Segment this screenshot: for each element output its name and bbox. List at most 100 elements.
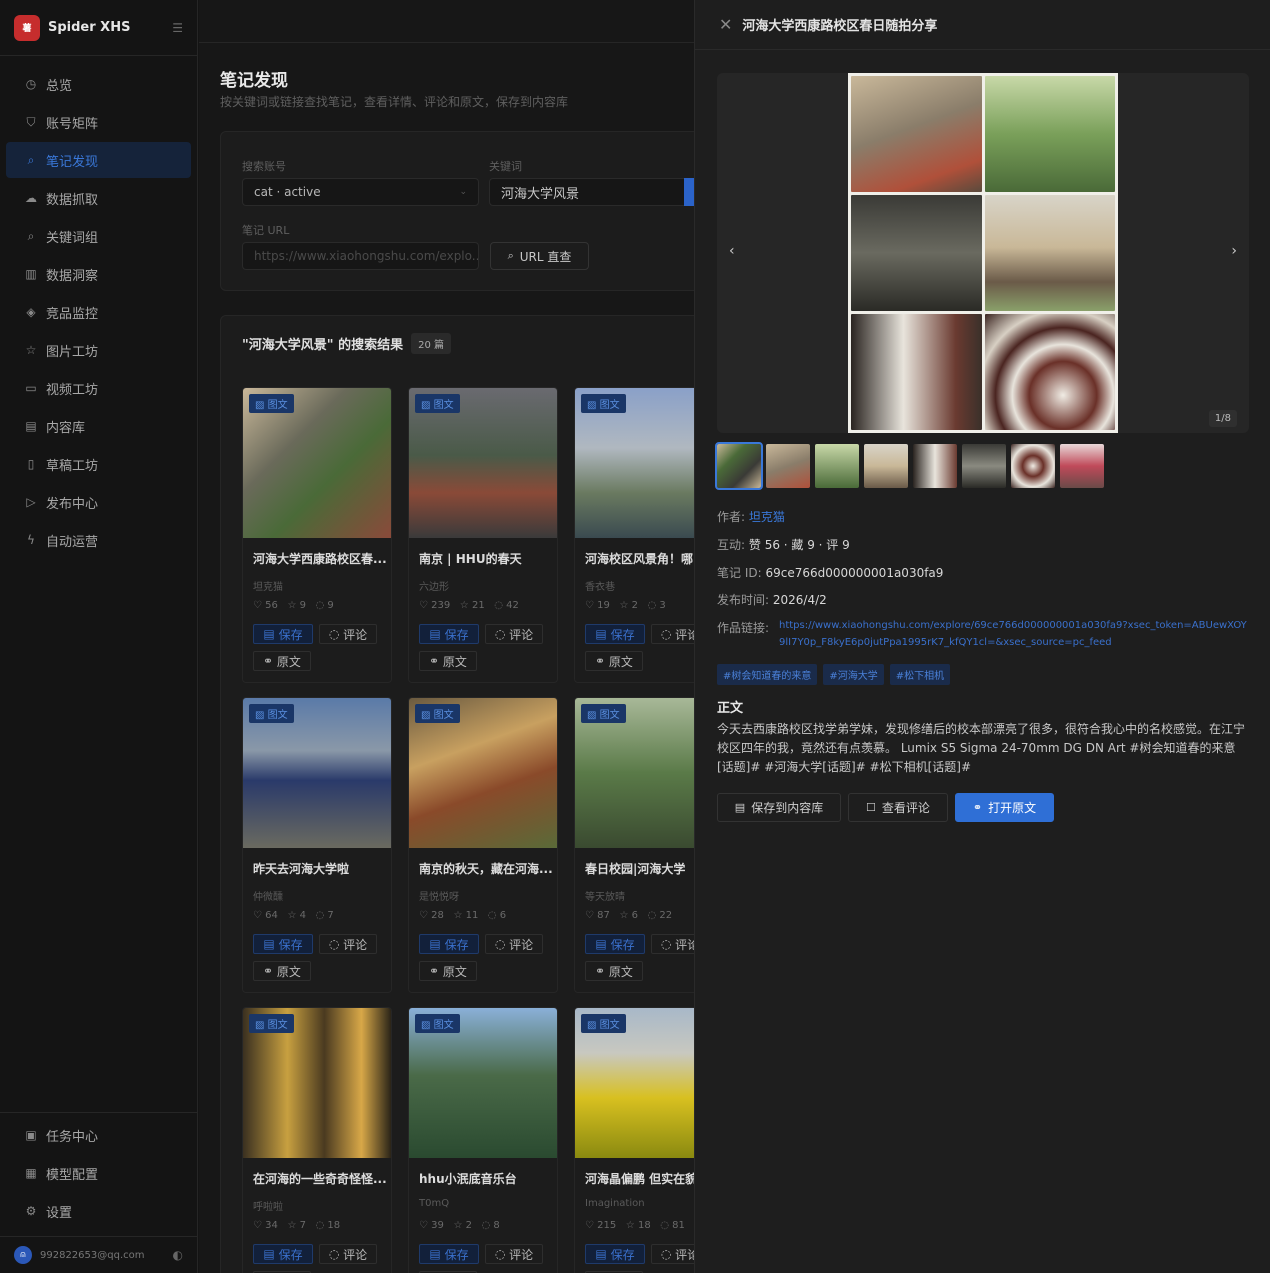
user-row[interactable]: ⍝ 992822653@qq.com ◐ bbox=[0, 1236, 197, 1273]
note-title[interactable]: 河海大学西康路校区春... bbox=[253, 550, 391, 567]
save-button[interactable]: ▤ 保存 bbox=[585, 1244, 645, 1264]
thumbnail[interactable] bbox=[962, 444, 1006, 488]
open-original-button[interactable]: ⚭ 打开原文 bbox=[955, 793, 1054, 822]
comments-count: 8 bbox=[493, 1220, 500, 1231]
save-button[interactable]: ▤ 保存 bbox=[253, 1244, 313, 1264]
origin-button[interactable]: ⚭ 原文 bbox=[419, 651, 477, 671]
note-title[interactable]: 在河海的一些奇奇怪怪... bbox=[253, 1170, 391, 1187]
save-button[interactable]: ▤ 保存 bbox=[419, 624, 479, 644]
view-comments-button[interactable]: ☐ 查看评论 bbox=[848, 793, 948, 822]
note-thumbnail[interactable]: ▨ 图文 bbox=[409, 1008, 557, 1158]
url-input[interactable]: https://www.xiaohongshu.com/explo... bbox=[242, 242, 479, 270]
save-button[interactable]: ▤ 保存 bbox=[585, 624, 645, 644]
sidebar-item-1[interactable]: ⛉ 账号矩阵 bbox=[6, 104, 191, 140]
prev-image-icon[interactable]: ‹ bbox=[729, 243, 735, 259]
note-card[interactable]: ▨ 图文 昨天去河海大学啦 仲微醺 ♡ 64 ☆ 4 ◌ 7 ▤ 保存 ◌ 评论 ⚭ 原文 bbox=[242, 697, 392, 993]
theme-toggle-icon[interactable]: ◐ bbox=[173, 1248, 183, 1262]
sidebar-item-0[interactable]: ▣ 任务中心 bbox=[6, 1117, 191, 1153]
sidebar-item-5[interactable]: ▥ 数据洞察 bbox=[6, 256, 191, 292]
keyword-input[interactable]: 河海大学风景 bbox=[489, 178, 689, 206]
comment-button[interactable]: ◌ 评论 bbox=[485, 624, 543, 644]
sidebar-item-10[interactable]: ▯ 草稿工坊 bbox=[6, 446, 191, 482]
collapse-menu-icon[interactable]: ☰ bbox=[172, 21, 183, 35]
sidebar-item-11[interactable]: ▷ 发布中心 bbox=[6, 484, 191, 520]
stars-count: 2 bbox=[465, 1220, 472, 1231]
note-url-link[interactable]: https://www.xiaohongshu.com/explore/69ce… bbox=[779, 617, 1249, 651]
save-button[interactable]: ▤ 保存 bbox=[253, 624, 313, 644]
note-author: 香衣巷 bbox=[585, 582, 615, 593]
sidebar-item-6[interactable]: ◈ 竞品监控 bbox=[6, 294, 191, 330]
star-icon: ☆ bbox=[453, 910, 466, 921]
note-card[interactable]: ▨ 图文 南京 | HHU的春天 六边形 ♡ 239 ☆ 21 ◌ 42 ▤ 保存 ◌ 评… bbox=[408, 387, 558, 683]
save-button[interactable]: ▤ 保存 bbox=[419, 1244, 479, 1264]
note-thumbnail[interactable]: ▨ 图文 bbox=[243, 388, 391, 538]
comment-icon: ◌ bbox=[494, 937, 510, 951]
comments-count: 3 bbox=[659, 600, 666, 611]
topic-tag[interactable]: #河海大学 bbox=[823, 664, 884, 685]
note-card[interactable]: ▨ 图文 河海大学西康路校区春... 坦克猫 ♡ 56 ☆ 9 ◌ 9 ▤ 保存 ◌ 评论… bbox=[242, 387, 392, 683]
topic-tag[interactable]: #树会知道春的来意 bbox=[717, 664, 818, 685]
origin-button[interactable]: ⚭ 原文 bbox=[253, 961, 311, 981]
save-button[interactable]: ▤ 保存 bbox=[253, 934, 313, 954]
save-label: 保存 bbox=[444, 1247, 469, 1262]
comment-button[interactable]: ◌ 评论 bbox=[319, 1244, 377, 1264]
next-image-icon[interactable]: › bbox=[1231, 243, 1237, 259]
thumbnail[interactable] bbox=[913, 444, 957, 488]
search-icon: ⌕ bbox=[507, 249, 514, 262]
save-button[interactable]: ▤ 保存 bbox=[585, 934, 645, 954]
sidebar-item-3[interactable]: ☁ 数据抓取 bbox=[6, 180, 191, 216]
note-thumbnail[interactable]: ▨ 图文 bbox=[243, 1008, 391, 1158]
sidebar-item-9[interactable]: ▤ 内容库 bbox=[6, 408, 191, 444]
sidebar-item-0[interactable]: ◷ 总览 bbox=[6, 66, 191, 102]
sidebar-item-1[interactable]: ▦ 模型配置 bbox=[6, 1155, 191, 1191]
sidebar-item-7[interactable]: ☆ 图片工坊 bbox=[6, 332, 191, 368]
type-tag: ▨ 图文 bbox=[415, 704, 460, 723]
thumbnail[interactable] bbox=[1011, 444, 1055, 488]
topic-tag[interactable]: #松下相机 bbox=[889, 664, 951, 685]
note-card[interactable]: ▨ 图文 南京的秋天，藏在河海... 是悦悦呀 ♡ 28 ☆ 11 ◌ 6 ▤ 保存 ◌ … bbox=[408, 697, 558, 993]
sidebar-item-2[interactable]: ⚙ 设置 bbox=[6, 1193, 191, 1229]
close-icon[interactable]: ✕ bbox=[719, 15, 732, 34]
chevron-down-icon: ⌄ bbox=[459, 187, 467, 197]
thumbnail[interactable] bbox=[815, 444, 859, 488]
origin-button[interactable]: ⚭ 原文 bbox=[419, 961, 477, 981]
thumbnail[interactable] bbox=[864, 444, 908, 488]
note-thumbnail[interactable]: ▨ 图文 bbox=[409, 388, 557, 538]
note-title[interactable]: 昨天去河海大学啦 bbox=[253, 860, 391, 877]
nav-icon: ⛉ bbox=[26, 114, 36, 129]
origin-button[interactable]: ⚭ 原文 bbox=[253, 651, 311, 671]
note-stats: ♡ 87 ☆ 6 ◌ 22 bbox=[585, 910, 672, 921]
comment-button[interactable]: ◌ 评论 bbox=[319, 934, 377, 954]
note-title[interactable]: 南京 | HHU的春天 bbox=[419, 550, 557, 567]
save-button[interactable]: ▤ 保存 bbox=[419, 934, 479, 954]
origin-button[interactable]: ⚭ 原文 bbox=[585, 961, 643, 981]
sidebar-item-2[interactable]: ⌕ 笔记发现 bbox=[6, 142, 191, 178]
thumbnail[interactable] bbox=[766, 444, 810, 488]
sidebar-item-4[interactable]: ⌕ 关键词组 bbox=[6, 218, 191, 254]
note-title[interactable]: hhu小泯底音乐台 bbox=[419, 1170, 557, 1187]
comment-button[interactable]: ◌ 评论 bbox=[485, 1244, 543, 1264]
comment-label: 评论 bbox=[509, 1247, 534, 1262]
avatar[interactable]: ⍝ bbox=[14, 1246, 32, 1264]
note-title[interactable]: 南京的秋天，藏在河海... bbox=[419, 860, 557, 877]
note-author: T0mQ bbox=[419, 1198, 450, 1209]
note-card[interactable]: ▨ 图文hhu小泯底音乐台T0mQ♡ 39 ☆ 2 ◌ 8▤ 保存◌ 评论⚭ 原… bbox=[408, 1007, 558, 1273]
sidebar-item-12[interactable]: ϟ 自动运营 bbox=[6, 522, 191, 558]
note-thumbnail[interactable]: ▨ 图文 bbox=[243, 698, 391, 848]
sidebar-item-8[interactable]: ▭ 视频工坊 bbox=[6, 370, 191, 406]
author-link[interactable]: 坦克猫 bbox=[749, 510, 785, 524]
tag-list: #树会知道春的来意 #河海大学 #松下相机 bbox=[717, 664, 951, 685]
origin-button[interactable]: ⚭ 原文 bbox=[585, 651, 643, 671]
url-lookup-button[interactable]: ⌕ URL 直查 bbox=[490, 242, 589, 270]
note-card[interactable]: ▨ 图文 在河海的一些奇奇怪怪... 呼啦啦 ♡ 34 ☆ 7 ◌ 18 ▤ 保存 ◌ 评… bbox=[242, 1007, 392, 1273]
comment-button[interactable]: ◌ 评论 bbox=[319, 624, 377, 644]
comment-button[interactable]: ◌ 评论 bbox=[485, 934, 543, 954]
account-select[interactable]: cat · active ⌄ bbox=[242, 178, 479, 206]
main-nav: ◷ 总览 ⛉ 账号矩阵 ⌕ 笔记发现 ☁ 数据抓取 ⌕ 关键词组 ▥ 数据洞察 ◈ 竞品监控 ☆ 图片工坊 ▭ 视… bbox=[0, 56, 197, 558]
save-to-library-button[interactable]: ▤ 保存到内容库 bbox=[717, 793, 841, 822]
comments-count: 6 bbox=[499, 910, 507, 921]
nav-icon: ☆ bbox=[25, 343, 37, 357]
note-thumbnail[interactable]: ▨ 图文 bbox=[409, 698, 557, 848]
thumbnail[interactable] bbox=[715, 442, 763, 490]
thumbnail[interactable] bbox=[1060, 444, 1104, 488]
